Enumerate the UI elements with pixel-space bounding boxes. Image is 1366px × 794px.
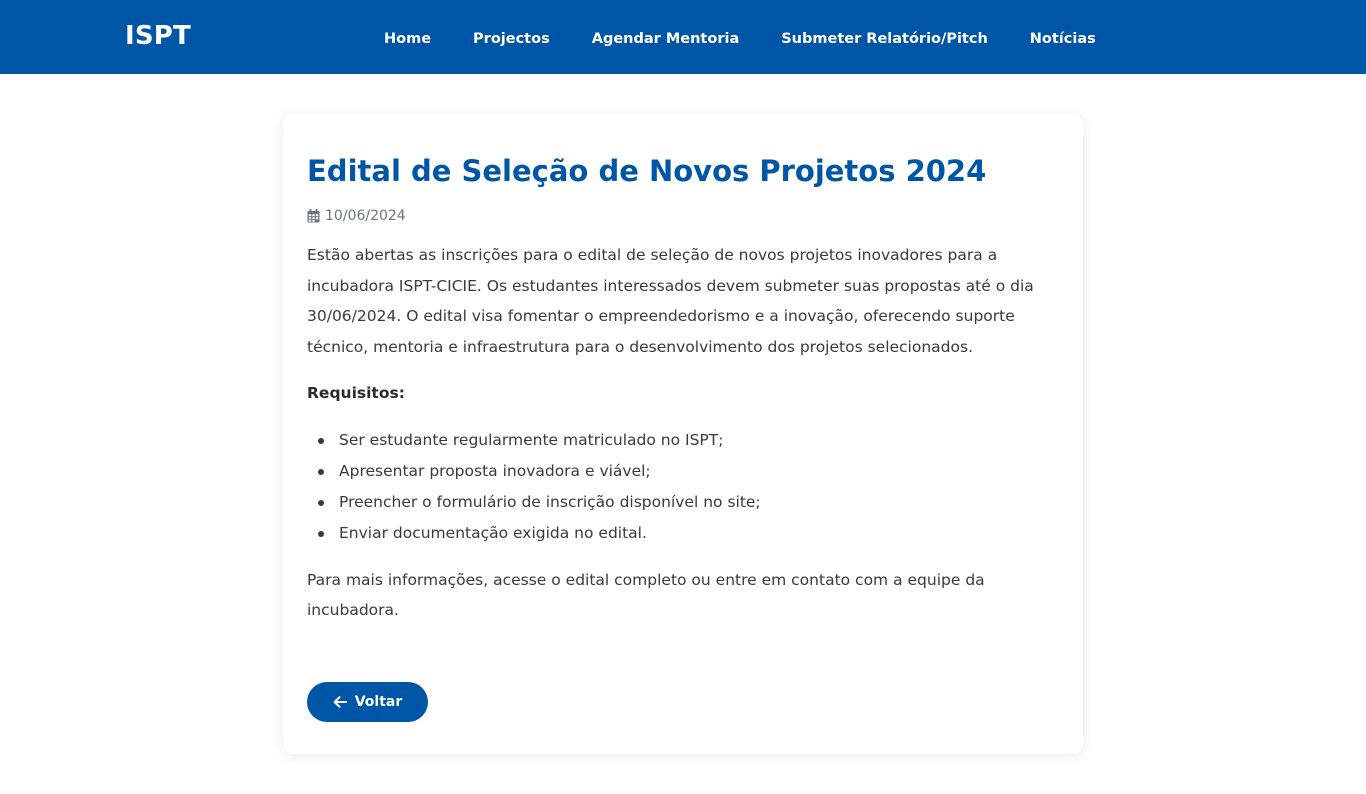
- article-date: 10/06/2024: [307, 206, 1059, 226]
- back-button[interactable]: Voltar: [307, 682, 428, 722]
- nav-menu: Home Projectos Agendar Mentoria Submeter…: [384, 0, 1096, 74]
- news-article-card: Edital de Seleção de Novos Projetos 2024…: [283, 114, 1083, 754]
- arrow-left-icon: [333, 696, 347, 708]
- nav-item-submeter-relatorio: Submeter Relatório/Pitch: [781, 28, 988, 47]
- brand-logo[interactable]: ISPT: [125, 21, 191, 51]
- nav-item-projectos: Projectos: [473, 28, 550, 47]
- calendar-icon: [307, 209, 320, 223]
- list-item: Apresentar proposta inovadora e viável;: [307, 456, 1059, 487]
- article-closing: Para mais informações, acesse o edital c…: [307, 570, 985, 620]
- back-button-label: Voltar: [354, 694, 403, 710]
- nav-link-submeter-relatorio[interactable]: Submeter Relatório/Pitch: [781, 31, 988, 47]
- list-item: Preencher o formulário de inscrição disp…: [307, 487, 1059, 518]
- article-title: Edital de Seleção de Novos Projetos 2024: [307, 154, 987, 188]
- top-navbar: ISPT Home Projectos Agendar Mentoria Sub…: [0, 0, 1366, 74]
- nav-item-noticias: Notícias: [1030, 28, 1096, 47]
- list-item: Ser estudante regularmente matriculado n…: [307, 425, 1059, 456]
- requirements-heading: Requisitos:: [307, 384, 405, 402]
- article-date-text: 10/06/2024: [325, 208, 406, 224]
- nav-item-home: Home: [384, 28, 431, 47]
- article-intro: Estão abertas as inscrições para o edita…: [307, 246, 1034, 356]
- nav-item-agendar-mentoria: Agendar Mentoria: [592, 28, 740, 47]
- nav-link-home[interactable]: Home: [384, 31, 431, 47]
- requirements-list: Ser estudante regularmente matriculado n…: [307, 425, 1059, 549]
- nav-link-noticias[interactable]: Notícias: [1030, 31, 1096, 47]
- nav-link-projectos[interactable]: Projectos: [473, 31, 550, 47]
- article-body: Estão abertas as inscrições para o edita…: [307, 240, 1059, 626]
- nav-link-agendar-mentoria[interactable]: Agendar Mentoria: [592, 31, 740, 47]
- list-item: Enviar documentação exigida no edital.: [307, 518, 1059, 549]
